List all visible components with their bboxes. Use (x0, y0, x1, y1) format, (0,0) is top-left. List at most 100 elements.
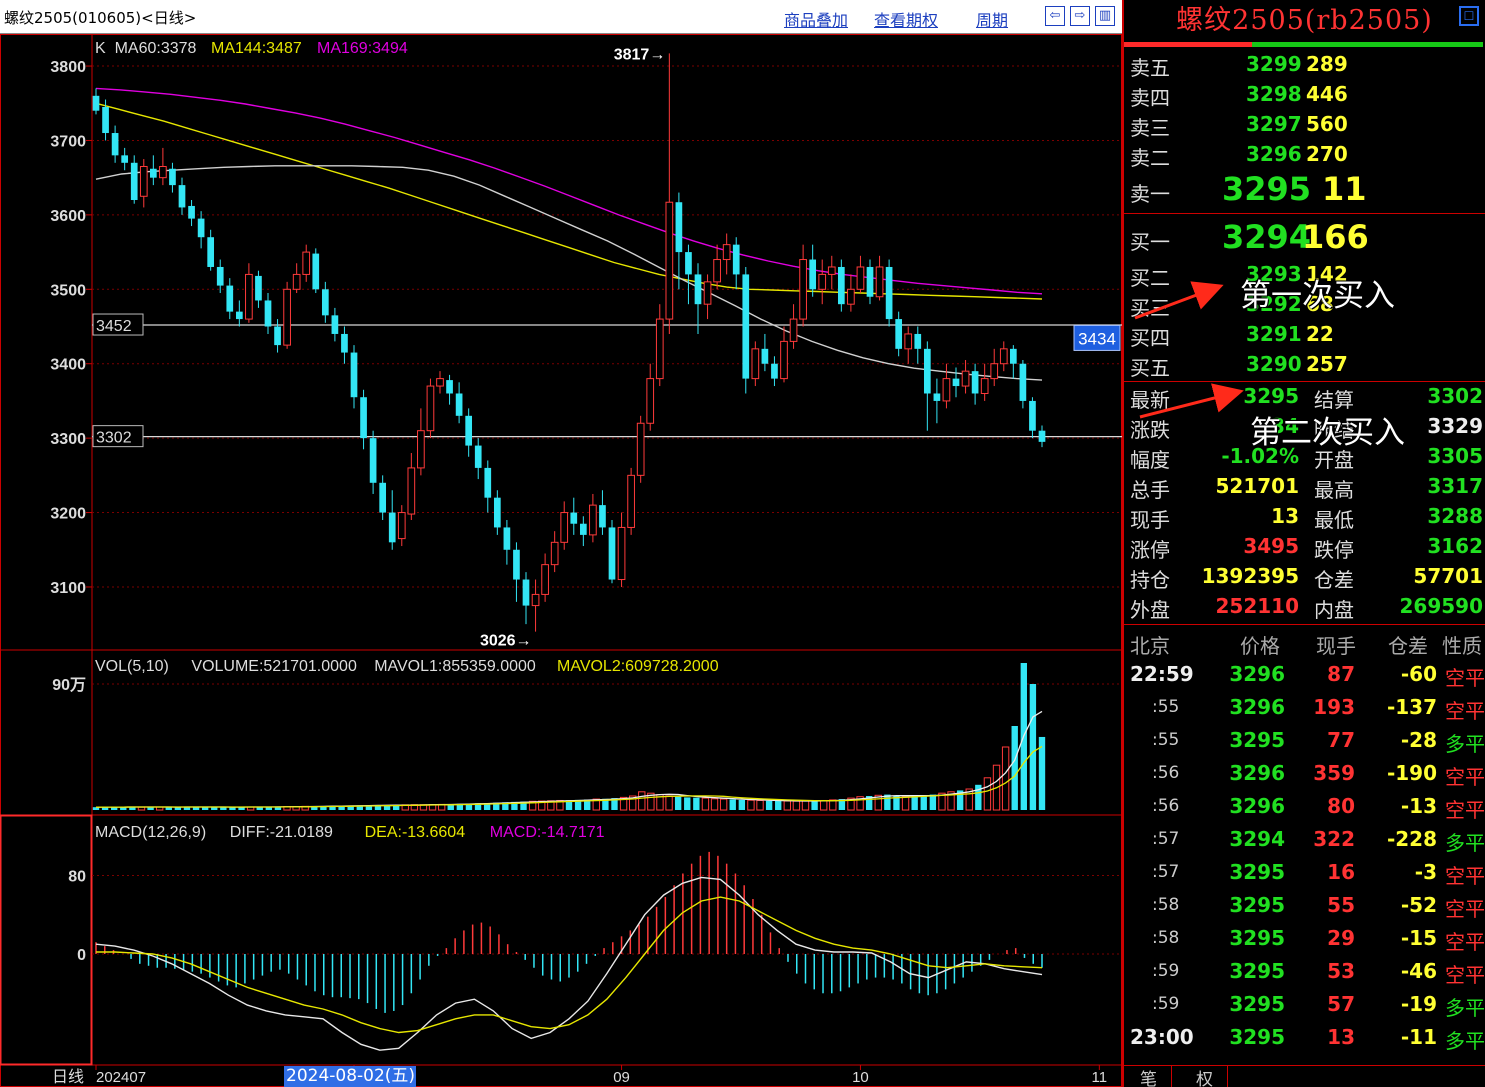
ask-label: 卖五 (1130, 56, 1170, 80)
tick-row[interactable]: :59 3295 57 -19 多平 (1130, 992, 1485, 1022)
tick-oi-change: -19 (1400, 992, 1437, 1016)
kline-chart[interactable]: 3100 3200 3300 3400 3500 3600 3700 3800 3452 3302… (0, 34, 1122, 1087)
volume-bar-down (765, 800, 773, 810)
tick-price: 3295 (1229, 860, 1285, 884)
tick-row[interactable]: 23:00 3295 13 -11 多平 (1130, 1025, 1485, 1055)
tick-row[interactable]: :58 3295 55 -52 空平 (1130, 893, 1485, 923)
candle-body-down (923, 348, 931, 394)
tick-kind: 多平 (1445, 996, 1485, 1020)
x-tick-label: 11 (1092, 1069, 1108, 1086)
volume-tick-label: 90万 (52, 677, 86, 694)
stat-value: 3288 (1427, 504, 1483, 528)
candle-body-up (703, 281, 712, 305)
scroll-right-icon[interactable]: ⇨ (1070, 6, 1090, 26)
tick-kind: 多平 (1445, 732, 1485, 756)
stat-value: 3305 (1427, 444, 1483, 468)
candle-body-down (1029, 400, 1036, 431)
overlay-commodity-link[interactable]: 商品叠加 (784, 7, 848, 31)
tick-head-kind: 性质 (1442, 634, 1482, 658)
candle-body-down (264, 300, 272, 327)
tick-oi-change: -52 (1400, 893, 1437, 917)
candle-body-down (455, 393, 463, 416)
candle-body-down (599, 505, 606, 528)
view-options-link[interactable]: 查看期权 (874, 7, 938, 31)
ask-volume: 270 (1306, 142, 1348, 166)
reference-label: 3452 (96, 318, 132, 335)
volume-bar-down (1011, 726, 1018, 810)
candle-body-down (130, 162, 138, 200)
candle-body-down (149, 168, 157, 178)
volume-bar-down (811, 800, 818, 810)
tab-rights[interactable]: 权 (1182, 1065, 1228, 1087)
period-link[interactable]: 周期 (976, 7, 1008, 31)
stat-label: 内盘 (1314, 598, 1354, 622)
tick-time: :57 (1152, 862, 1180, 882)
candle-body-up (417, 430, 425, 469)
tick-volume: 80 (1327, 794, 1355, 818)
tick-row[interactable]: :55 3296 193 -137 空平 (1130, 695, 1485, 725)
candle-body-down (321, 289, 329, 316)
tick-row[interactable]: :57 3295 16 -3 空平 (1130, 860, 1485, 890)
tick-row[interactable]: :55 3295 77 -28 多平 (1130, 728, 1485, 758)
tick-oi-change: -15 (1400, 926, 1437, 950)
stat-value: 252110 (1215, 594, 1300, 618)
quote-header: 螺纹2505(rb2505) (1176, 5, 1433, 36)
candle-body-down (226, 285, 234, 312)
price-marker-label: 3434 (1078, 329, 1116, 348)
tick-row[interactable]: :56 3296 359 -190 空平 (1130, 761, 1485, 791)
panel-menu-icon[interactable]: ☐ (1459, 6, 1479, 26)
bid-label: 买三 (1130, 296, 1170, 320)
tick-price: 3296 (1229, 695, 1285, 719)
candle-body-up (751, 348, 760, 380)
candle-body-down (102, 106, 109, 134)
price-tick-label: 3400 (50, 357, 86, 374)
tick-volume: 193 (1313, 695, 1355, 719)
chart-title-bar: 螺纹2505(010605)<日线> 商品叠加 查看期权 周期 ⇦ ⇨ ▥ (0, 0, 1122, 34)
price-tick-label: 3700 (50, 133, 86, 150)
tick-row[interactable]: :57 3294 322 -228 多平 (1130, 827, 1485, 857)
tick-row[interactable]: :58 3295 29 -15 空平 (1130, 926, 1485, 956)
price-tick-label: 3200 (50, 506, 86, 523)
annotation-second-buy: 第二次买入 (1250, 415, 1405, 451)
candle-body-down (895, 319, 903, 349)
candle-body-down (742, 274, 750, 379)
stat-label: 持仓 (1130, 568, 1170, 592)
candle-body-down (216, 266, 224, 286)
candle-body-down (331, 315, 339, 334)
candle-body-up (292, 273, 301, 290)
volume-bar-up (792, 800, 801, 811)
tick-kind: 空平 (1445, 765, 1485, 789)
candle-body-down (866, 266, 874, 297)
candle-body-down (837, 266, 845, 305)
stat-label: 总手 (1130, 478, 1170, 502)
tick-volume: 16 (1327, 860, 1355, 884)
volume-bar-up (701, 797, 710, 811)
tick-time: :56 (1152, 796, 1180, 816)
stat-label: 涨跌 (1130, 418, 1170, 442)
scroll-left-icon[interactable]: ⇦ (1045, 6, 1065, 26)
tick-row[interactable]: :59 3295 53 -46 空平 (1130, 959, 1485, 989)
candle-body-down (1019, 363, 1027, 401)
candle-body-up (397, 512, 406, 540)
volume-bar-up (801, 800, 810, 811)
candle-body-down (694, 274, 702, 305)
tick-price: 3295 (1229, 926, 1285, 950)
tick-head-time: 北京 (1130, 634, 1170, 658)
bid-volume: 166 (1302, 218, 1369, 256)
tab-trades[interactable]: 笔 (1126, 1065, 1172, 1087)
tick-volume: 53 (1327, 959, 1355, 983)
volume-bar-up (638, 791, 646, 811)
tick-price: 3296 (1229, 761, 1285, 785)
tick-kind: 空平 (1445, 666, 1485, 690)
candle-body-up (789, 318, 798, 342)
candle-body-down (675, 202, 683, 253)
stat-row: 现手 13 最低 3288 (1130, 504, 1485, 534)
tick-row[interactable]: 22:59 3296 87 -60 空平 (1130, 662, 1485, 692)
tick-row[interactable]: :56 3296 80 -13 空平 (1130, 794, 1485, 824)
candle-body-up (799, 259, 807, 320)
candle-body-up (713, 259, 721, 283)
layout-toggle-icon[interactable]: ▥ (1095, 6, 1115, 26)
tick-oi-change: -28 (1400, 728, 1437, 752)
candle-body-up (856, 266, 865, 290)
volume-bar-down (929, 794, 937, 810)
